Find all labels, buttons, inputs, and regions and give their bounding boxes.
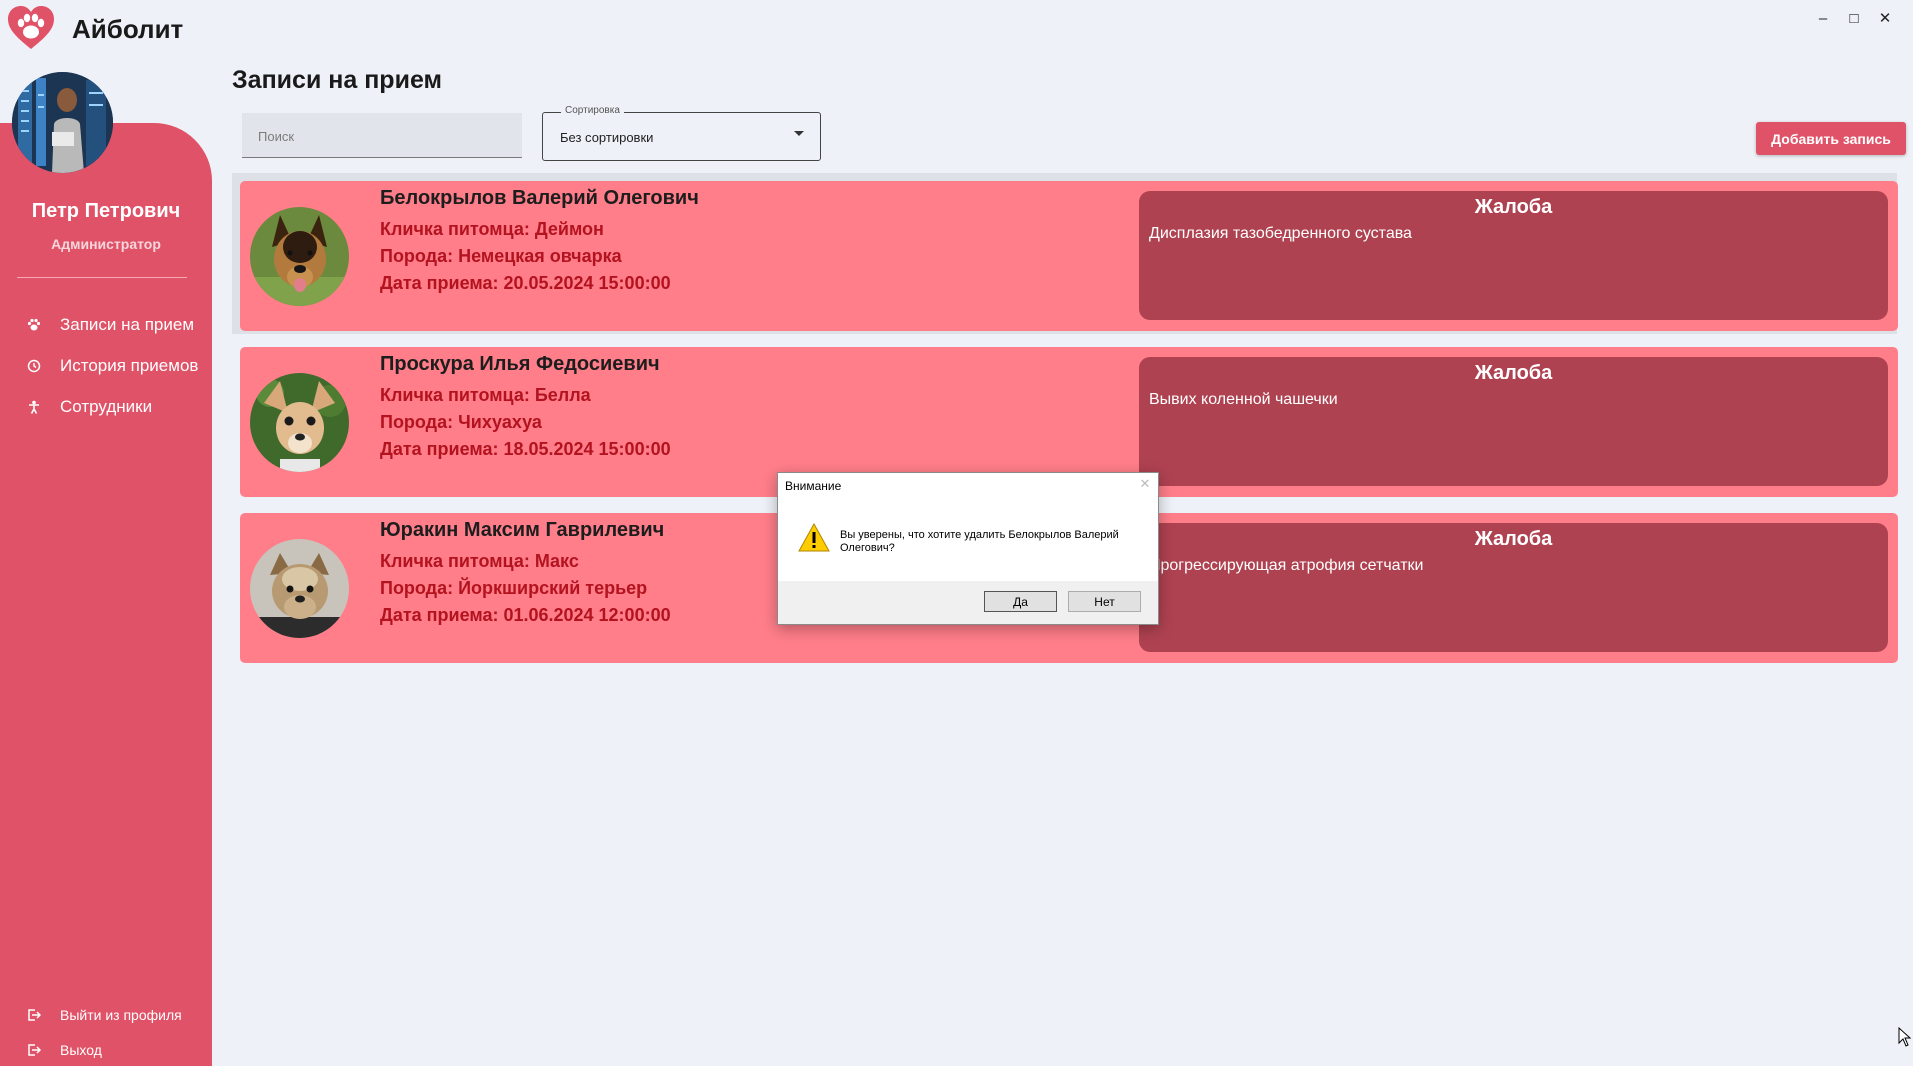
title-bar: Айболит – □ ✕: [0, 0, 1913, 58]
pet-name: Кличка питомца: Макс: [380, 551, 579, 571]
dialog-message: Вы уверены, что хотите удалить Белокрыло…: [840, 529, 1119, 554]
sidebar-divider: [17, 277, 187, 278]
sort-dropdown[interactable]: Сортировка Без сортировки: [542, 105, 821, 161]
mouse-cursor-icon: [1898, 1026, 1912, 1052]
exit-label: Выход: [60, 1042, 102, 1058]
search-input[interactable]: [242, 113, 510, 159]
sidebar-item-appointments[interactable]: Записи на прием: [26, 310, 194, 340]
pet-photo: [250, 373, 349, 472]
exit-button[interactable]: Выход: [26, 1035, 102, 1065]
complaint-text: Дисплазия тазобедренного сустава: [1149, 225, 1412, 242]
complaint-panel: Жалоба Дисплазия тазобедренного сустава: [1139, 191, 1888, 320]
app-title: Айболит: [72, 14, 184, 44]
maximize-button[interactable]: □: [1837, 6, 1871, 30]
sidebar: [0, 123, 212, 1066]
pet-breed: Порода: Чихуахуа: [380, 412, 542, 432]
history-icon: [26, 358, 42, 374]
appointment-date: Дата приема: 18.05.2024 15:00:00: [380, 439, 671, 459]
pet-name: Кличка питомца: Белла: [380, 385, 591, 405]
chevron-down-icon: [794, 131, 804, 136]
no-button[interactable]: Нет: [1068, 591, 1141, 612]
complaint-panel: Жалоба Вывих коленной чашечки: [1139, 357, 1888, 486]
complaint-text: Вывих коленной чашечки: [1149, 391, 1338, 408]
close-window-button[interactable]: ✕: [1868, 6, 1902, 30]
owner-name: Юракин Максим Гаврилевич: [380, 519, 665, 541]
complaint-title: Жалоба: [1474, 528, 1553, 550]
sort-value: Без сортировки: [560, 130, 654, 145]
pet-photo: [250, 207, 349, 306]
owner-name: Проскура Илья Федосиевич: [380, 353, 660, 375]
minimize-button[interactable]: –: [1806, 6, 1840, 30]
confirm-delete-dialog: Внимание ✕ Вы уверены, что хотите удалит…: [777, 472, 1159, 625]
owner-name: Белокрылов Валерий Олегович: [380, 187, 699, 209]
yes-button[interactable]: Да: [984, 591, 1057, 612]
complaint-panel: Жалоба Прогрессирующая атрофия сетчатки: [1139, 523, 1888, 652]
dialog-title: Внимание: [785, 479, 842, 493]
appointment-date: Дата приема: 01.06.2024 12:00:00: [380, 605, 671, 625]
add-appointment-button[interactable]: Добавить запись: [1756, 122, 1906, 155]
dialog-footer: Да Нет: [778, 581, 1158, 624]
user-name: Петр Петрович: [31, 200, 181, 222]
sidebar-item-label: История приемов: [60, 356, 199, 375]
sidebar-item-employees[interactable]: Сотрудники: [26, 392, 152, 422]
avatar: [12, 72, 113, 173]
close-icon[interactable]: ✕: [1136, 475, 1154, 493]
sidebar-item-label: Записи на прием: [60, 315, 195, 334]
paw-icon: [26, 317, 42, 333]
person-icon: [26, 399, 42, 415]
page-title: Записи на прием: [232, 66, 443, 94]
paw-heart-logo-icon: [6, 5, 56, 51]
logout-profile-label: Выйти из профиля: [60, 1007, 182, 1023]
complaint-title: Жалоба: [1474, 196, 1553, 218]
sort-label: Сортировка: [561, 105, 624, 116]
pet-name: Кличка питомца: Деймон: [380, 219, 604, 239]
user-role: Администратор: [51, 236, 161, 252]
logout-icon: [26, 1007, 42, 1023]
search-field[interactable]: [242, 113, 522, 159]
sidebar-item-label: Сотрудники: [60, 397, 153, 416]
sidebar-item-history[interactable]: История приемов: [26, 351, 198, 381]
complaint-text: Прогрессирующая атрофия сетчатки: [1149, 557, 1424, 574]
appointment-date: Дата приема: 20.05.2024 15:00:00: [380, 273, 671, 293]
exit-icon: [26, 1042, 42, 1058]
complaint-title: Жалоба: [1474, 362, 1553, 384]
dialog-body: Вы уверены, что хотите удалить Белокрыло…: [778, 503, 1158, 573]
pet-breed: Порода: Йоркширский терьер: [380, 578, 648, 598]
logout-profile-button[interactable]: Выйти из профиля: [26, 1000, 182, 1030]
appointment-card[interactable]: Белокрылов Валерий Олегович Кличка питом…: [240, 181, 1898, 331]
pet-photo: [250, 539, 349, 638]
warning-icon: [798, 522, 830, 558]
pet-breed: Порода: Немецкая овчарка: [380, 246, 622, 266]
